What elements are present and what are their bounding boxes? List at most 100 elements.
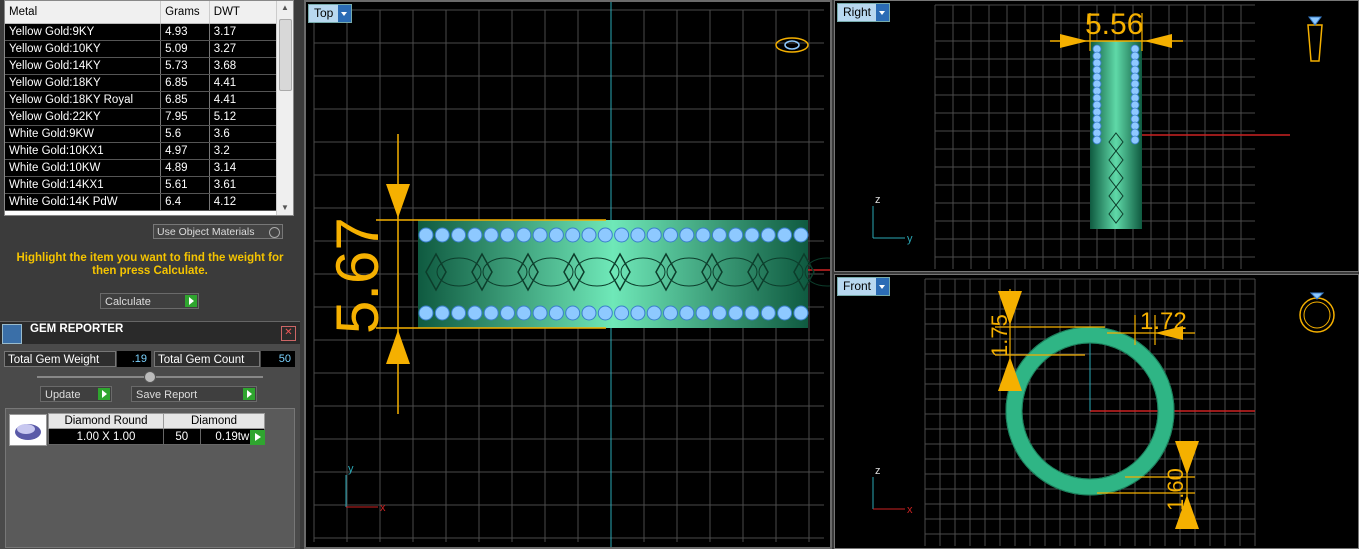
update-label: Update xyxy=(45,389,81,401)
grams-cell: 6.4 xyxy=(160,193,210,211)
gem-stone xyxy=(434,227,450,243)
table-row[interactable]: Yellow Gold:9KY 4.93 3.17 xyxy=(5,23,278,41)
front-viewport[interactable]: 1.75 1.72 1.60 z x Front xyxy=(834,274,1359,549)
chevron-down-icon[interactable] xyxy=(338,5,352,22)
table-row[interactable]: Yellow Gold:10KY 5.09 3.27 xyxy=(5,40,278,58)
table-row[interactable]: White Gold:9KW 5.6 3.6 xyxy=(5,125,278,143)
table-row[interactable]: White Gold:10KX1 4.97 3.2 xyxy=(5,142,278,160)
gem-stone xyxy=(646,227,662,243)
grams-cell: 5.09 xyxy=(160,40,210,58)
dwt-cell: 5.12 xyxy=(209,108,278,126)
dimension-arrow xyxy=(386,184,410,218)
column-header-dwt[interactable]: DWT xyxy=(209,1,278,24)
ring-front-icon xyxy=(1299,297,1335,333)
dwt-cell: 4.41 xyxy=(209,74,278,92)
scroll-up-icon[interactable]: ▲ xyxy=(277,1,293,15)
gem-stone xyxy=(728,305,744,321)
axis-label: y xyxy=(348,463,354,475)
gem-stone xyxy=(679,227,695,243)
dwt-cell: 3.6 xyxy=(209,125,278,143)
grams-cell: 6.85 xyxy=(160,91,210,109)
play-icon xyxy=(243,388,255,400)
axis-label: x xyxy=(380,502,386,514)
table-row[interactable]: Yellow Gold:22KY 7.95 5.12 xyxy=(5,108,278,126)
grams-cell: 6.85 xyxy=(160,74,210,92)
gem-stone xyxy=(532,305,548,321)
gem-size: 1.00 X 1.00 xyxy=(48,428,164,445)
total-gem-count-label: Total Gem Count xyxy=(154,351,260,367)
metal-name-cell: Yellow Gold:10KY xyxy=(5,40,162,58)
front-view-canvas[interactable]: 1.75 1.72 1.60 z x xyxy=(835,275,1358,548)
gem-stone xyxy=(483,305,499,321)
dimension-value-bottom: 1.60 xyxy=(1163,468,1188,511)
metal-weight-table: Metal Grams DWT Yellow Gold:9KY 4.93 3.17 Y… xyxy=(4,0,294,216)
gem-stone xyxy=(565,305,581,321)
table-row[interactable]: Yellow Gold:14KY 5.73 3.68 xyxy=(5,57,278,75)
use-object-materials-label: Use Object Materials xyxy=(157,226,255,238)
dwt-cell: 4.41 xyxy=(209,91,278,109)
right-viewport[interactable]: 5.56 z y Right xyxy=(834,0,1359,272)
radio-icon[interactable] xyxy=(269,227,280,238)
dimension-arrow xyxy=(386,330,410,364)
axis-label: y xyxy=(907,233,913,245)
gem-stone xyxy=(516,227,532,243)
instruction-text: Highlight the item you want to find the … xyxy=(16,252,284,277)
save-report-button[interactable]: Save Report xyxy=(131,386,257,402)
dimension-value-height: 5.67 xyxy=(324,217,391,334)
gem-stone xyxy=(532,227,548,243)
close-icon[interactable]: ✕ xyxy=(281,326,296,341)
dimension-value-width: 5.56 xyxy=(1085,8,1143,41)
table-row[interactable]: White Gold:14KX1 5.61 3.61 xyxy=(5,176,278,194)
table-row[interactable]: White Gold:10KW 4.89 3.14 xyxy=(5,159,278,177)
chevron-down-icon[interactable] xyxy=(876,278,890,295)
gem-header-type: Diamond xyxy=(163,413,265,429)
splitter-knob[interactable] xyxy=(144,371,156,383)
gem-stone xyxy=(418,227,434,243)
metal-name-cell: White Gold:10KW xyxy=(5,159,162,177)
metal-name-cell: White Gold:14KX1 xyxy=(5,176,162,194)
use-object-materials-toggle[interactable]: Use Object Materials xyxy=(153,224,283,239)
gem-stone xyxy=(793,305,809,321)
metal-name-cell: Yellow Gold:9KY xyxy=(5,23,162,41)
save-report-label: Save Report xyxy=(136,389,198,401)
metal-name-cell: White Gold:9KW xyxy=(5,125,162,143)
table-row[interactable]: White Gold:14K PdW 6.4 4.12 xyxy=(5,193,278,211)
gem-reporter-icon xyxy=(2,324,22,344)
grams-cell: 5.6 xyxy=(160,125,210,143)
top-view-canvas[interactable]: 5.67 y x xyxy=(306,2,830,547)
top-viewport-label[interactable]: Top xyxy=(308,4,353,23)
gem-reporter-splitter[interactable] xyxy=(37,371,263,383)
axis-label: z xyxy=(875,465,881,477)
grams-cell: 4.97 xyxy=(160,142,210,160)
gem-play-button[interactable] xyxy=(250,430,265,445)
scroll-thumb[interactable] xyxy=(279,19,292,91)
dimension-value-top: 1.75 xyxy=(987,314,1012,357)
chevron-down-icon[interactable] xyxy=(876,4,890,21)
gem-stone xyxy=(581,227,597,243)
calculate-button[interactable]: Calculate xyxy=(100,293,199,309)
right-view-canvas[interactable]: 5.56 z y xyxy=(835,1,1358,271)
gem-stone xyxy=(646,305,662,321)
table-row[interactable]: 1.00 X 1.00 50 0.19tw xyxy=(48,428,266,445)
metal-table-scrollbar[interactable]: ▲ ▼ xyxy=(276,1,293,215)
front-viewport-label[interactable]: Front xyxy=(837,277,891,296)
table-row[interactable]: Yellow Gold:18KY 6.85 4.41 xyxy=(5,74,278,92)
dwt-cell: 3.61 xyxy=(209,176,278,194)
right-viewport-label[interactable]: Right xyxy=(837,3,891,22)
total-gem-count-value: 50 xyxy=(261,351,295,367)
gem-stone xyxy=(630,227,646,243)
metal-name-cell: Yellow Gold:14KY xyxy=(5,57,162,75)
column-header-metal[interactable]: Metal xyxy=(5,1,162,24)
gem-stone xyxy=(728,227,744,243)
right-view-name: Right xyxy=(843,5,872,19)
update-button[interactable]: Update xyxy=(40,386,112,402)
gem-stone xyxy=(467,305,483,321)
scroll-down-icon[interactable]: ▼ xyxy=(277,201,293,215)
column-header-grams[interactable]: Grams xyxy=(160,1,210,24)
top-viewport[interactable]: 5.67 y x Top xyxy=(304,0,832,549)
gem-stone xyxy=(663,227,678,243)
table-row[interactable]: Yellow Gold:18KY Royal 6.85 4.41 xyxy=(5,91,278,109)
gem-stone xyxy=(565,227,581,243)
gem-stone xyxy=(614,305,630,321)
axis-label: x xyxy=(907,504,913,516)
